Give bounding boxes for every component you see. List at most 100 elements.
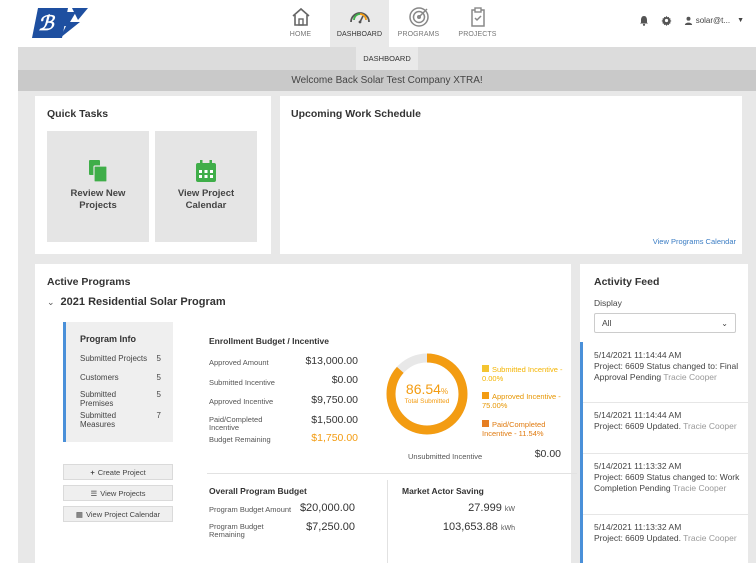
active-programs-panel: Active Programs ⌄ 2021 Residential Solar… xyxy=(35,264,577,563)
view-programs-calendar-link[interactable]: View Programs Calendar xyxy=(653,237,736,246)
display-select-value: All xyxy=(602,318,612,328)
budget-remaining-value: $1,750.00 xyxy=(311,432,358,444)
calendar-small-icon: ▦ xyxy=(75,509,83,519)
donut-label: Total Submitted xyxy=(404,398,450,405)
review-projects-tile[interactable]: Review New Projects xyxy=(47,131,149,242)
info-label: Submitted Measures xyxy=(80,411,117,429)
enrollment-label: Paid/Completed Incentive xyxy=(209,415,263,432)
enrollment-value: $9,750.00 xyxy=(311,394,358,406)
user-icon xyxy=(684,16,692,25)
feed-item[interactable]: 5/14/2021 11:14:44 AM Project: 6609 Upda… xyxy=(594,410,742,432)
program-header[interactable]: ⌄ 2021 Residential Solar Program xyxy=(47,296,226,308)
enrollment-label: Submitted Incentive xyxy=(209,378,275,387)
feed-text: Project: 6609 Updated. Tracie Cooper xyxy=(594,533,737,543)
overall-value: $7,250.00 xyxy=(306,521,355,533)
kwh-saving: 103,653.88 kWh xyxy=(442,521,515,533)
legend-swatch xyxy=(482,365,489,372)
chevron-down-icon: ⌄ xyxy=(47,296,55,307)
divider xyxy=(207,473,577,474)
enrollment-title: Enrollment Budget / Incentive xyxy=(209,336,329,346)
info-value: 5 xyxy=(156,373,161,382)
enrollment-label: Approved Incentive xyxy=(209,397,274,406)
company-logo[interactable]: ℬ xyxy=(32,6,90,40)
info-value: 5 xyxy=(156,390,161,399)
feed-item[interactable]: 5/14/2021 11:14:44 AM Project: 6609 Stat… xyxy=(594,350,742,383)
unsubmitted-value: $0.00 xyxy=(534,448,561,460)
app-frame: ℬ HOME DASHBOARD PROGRAMS PROJECTS solar… xyxy=(18,0,756,563)
user-menu[interactable]: solar@t... ▼ xyxy=(684,16,744,25)
nav-projects-label: PROJECTS xyxy=(458,31,497,38)
nav-dashboard[interactable]: DASHBOARD xyxy=(330,0,389,47)
nav-dashboard-label: DASHBOARD xyxy=(336,31,383,38)
review-projects-label: Review New Projects xyxy=(70,188,126,211)
view-project-calendar-button[interactable]: ▦ View Project Calendar xyxy=(63,506,173,522)
view-calendar-tile[interactable]: View Project Calendar xyxy=(155,131,257,242)
work-schedule-panel: Upcoming Work Schedule View Programs Cal… xyxy=(280,96,742,254)
info-value: 7 xyxy=(156,411,161,420)
user-name: solar@t... xyxy=(695,16,731,25)
info-value: 5 xyxy=(156,354,161,363)
chevron-down-icon: ⌄ xyxy=(721,318,728,328)
program-info-title: Program Info xyxy=(80,334,137,344)
legend-swatch xyxy=(482,392,489,399)
feed-time: 5/14/2021 11:14:44 AM xyxy=(594,410,682,420)
nav-programs[interactable]: PROGRAMS xyxy=(389,0,448,47)
documents-icon xyxy=(89,160,107,182)
vertical-divider xyxy=(387,480,388,563)
info-label: Customers xyxy=(80,373,119,382)
overall-label: Program Budget Amount xyxy=(209,505,292,514)
create-project-label: Create Project xyxy=(97,467,146,477)
caret-down-icon: ▼ xyxy=(737,17,744,24)
top-bar: ℬ HOME DASHBOARD PROGRAMS PROJECTS solar… xyxy=(18,0,756,47)
feed-text: Project: 6609 Status changed to: Work Co… xyxy=(594,472,740,493)
clipboard-icon xyxy=(470,7,485,27)
list-icon: ☰ xyxy=(90,488,98,498)
subtab-dashboard[interactable]: DASHBOARD xyxy=(356,47,418,70)
enrollment-value: $13,000.00 xyxy=(305,355,358,367)
feed-text: Project: 6609 Updated. Tracie Cooper xyxy=(594,421,737,431)
feed-item[interactable]: 5/14/2021 11:13:32 AM Project: 6609 Upda… xyxy=(594,522,742,544)
info-label: Submitted Projects xyxy=(80,354,148,363)
legend-approved: Approved Incentive - 75.00% xyxy=(482,392,561,410)
nav-programs-label: PROGRAMS xyxy=(397,31,440,38)
feed-time: 5/14/2021 11:13:32 AM xyxy=(594,522,682,532)
feed-divider xyxy=(583,402,748,403)
feed-divider xyxy=(583,514,748,515)
view-projects-button[interactable]: ☰ View Projects xyxy=(63,485,173,501)
display-select[interactable]: All ⌄ xyxy=(594,313,736,333)
enrollment-value: $0.00 xyxy=(331,374,358,386)
feed-divider xyxy=(583,453,748,454)
display-label: Display xyxy=(594,298,622,308)
overall-budget-title: Overall Program Budget xyxy=(209,486,307,496)
quick-tasks-panel: Quick Tasks Review New Projects View Proj… xyxy=(35,96,271,254)
activity-feed-title: Activity Feed xyxy=(594,276,660,288)
sub-nav: DASHBOARD xyxy=(18,47,756,70)
create-project-button[interactable]: + Create Project xyxy=(63,464,173,480)
overall-value: $20,000.00 xyxy=(299,502,355,514)
header-tools: solar@t... ▼ xyxy=(639,15,744,26)
bell-icon[interactable] xyxy=(639,15,649,26)
gear-icon[interactable] xyxy=(661,15,672,26)
market-saving-title: Market Actor Saving xyxy=(402,486,484,496)
target-icon xyxy=(408,7,429,27)
nav-home-label: HOME xyxy=(289,31,312,38)
legend-submitted: Submitted Incentive - 0.00% xyxy=(482,365,563,383)
nav-home[interactable]: HOME xyxy=(271,0,330,47)
activity-feed-panel: Activity Feed Display All ⌄ 5/14/2021 11… xyxy=(580,264,748,563)
view-project-calendar-label: View Project Calendar xyxy=(86,509,161,519)
active-programs-title: Active Programs xyxy=(47,276,131,288)
legend-paid: Paid/Completed Incentive - 11.54% xyxy=(482,420,546,438)
view-projects-label: View Projects xyxy=(100,488,146,498)
view-calendar-label: View Project Calendar xyxy=(177,188,235,211)
svg-text:ℬ: ℬ xyxy=(38,13,56,35)
donut-value: 86.54% xyxy=(405,381,449,397)
feed-text: Project: 6609 Status changed to: Final A… xyxy=(594,361,739,382)
nav-projects[interactable]: PROJECTS xyxy=(448,0,507,47)
enrollment-label: Approved Amount xyxy=(209,358,269,367)
info-label: Submitted Premises xyxy=(80,390,117,408)
feed-time: 5/14/2021 11:14:44 AM xyxy=(594,350,682,360)
program-name: 2021 Residential Solar Program xyxy=(60,296,226,308)
quick-tasks-title: Quick Tasks xyxy=(47,108,109,120)
program-info-box: Program Info Submitted Projects 5 Custom… xyxy=(63,322,173,442)
feed-item[interactable]: 5/14/2021 11:13:32 AM Project: 6609 Stat… xyxy=(594,461,742,494)
